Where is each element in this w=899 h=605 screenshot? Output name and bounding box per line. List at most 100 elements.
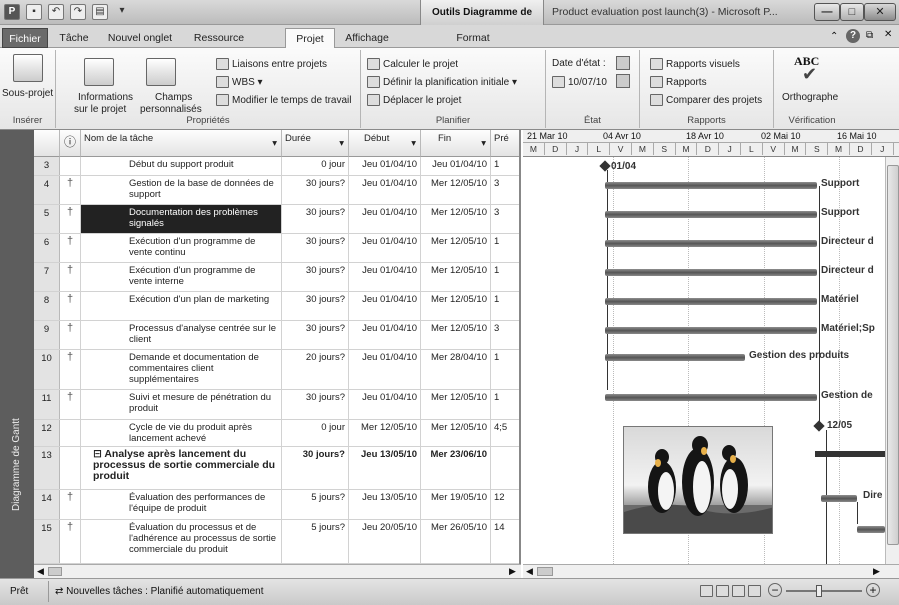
end-date-cell[interactable]: Mer 12/05/10 [421,390,491,419]
new-task-icon[interactable]: ▤ [92,4,108,20]
end-date-cell[interactable]: Mer 12/05/10 [421,205,491,233]
task-name-cell[interactable]: Demande et documentation de commentaires… [81,350,282,389]
duration-cell[interactable]: 0 jour [282,420,349,446]
save-icon[interactable]: ▪ [26,4,42,20]
task-name-cell[interactable]: Gestion de la base de données de support [81,176,282,204]
task-name-cell[interactable]: Processus d'analyse centrée sur le clien… [81,321,282,349]
task-name-cell[interactable]: Début du support produit [81,157,282,175]
end-date-cell[interactable]: Mer 23/06/10 [421,447,491,489]
duration-cell[interactable]: 30 jours? [282,205,349,233]
column-header-info[interactable]: ⓘ [60,130,81,157]
project-app-icon[interactable]: P [4,4,20,20]
row-id-cell[interactable]: 13 [34,447,60,489]
duration-cell[interactable]: 30 jours? [282,292,349,320]
predecessors-cell[interactable]: 14 [491,520,519,563]
select-all-corner[interactable] [34,130,60,157]
table-row[interactable]: 8 † Exécution d'un plan de marketing 30 jou… [34,292,519,321]
reports-button[interactable]: Rapports [650,76,707,88]
duration-cell[interactable]: 30 jours? [282,234,349,262]
zoom-slider-thumb[interactable] [816,585,822,597]
restore-window-icon[interactable]: ⧉ [866,30,873,41]
table-row[interactable]: 12 Cycle de vie du produit après lancemen… [34,420,519,447]
task-bar[interactable] [605,327,817,334]
filter-dropdown-icon[interactable]: ▾ [272,138,277,149]
end-date-cell[interactable]: Mer 12/05/10 [421,292,491,320]
scroll-thumb[interactable] [48,567,62,576]
table-row[interactable]: 5 † Documentation des problèmes signalés 30… [34,205,519,234]
compare-projects-button[interactable]: Comparer des projets [650,94,762,106]
task-bar[interactable] [605,240,817,247]
task-bar[interactable] [605,269,817,276]
info-indicator-icon[interactable]: † [60,321,81,349]
table-row[interactable]: 11 † Suivi et mesure de pénétration du pro… [34,390,519,420]
predecessors-cell[interactable] [491,447,519,489]
tab-fichier[interactable]: Fichier [2,28,48,48]
scroll-right-arrow-icon[interactable]: ▶ [509,566,516,577]
table-row[interactable]: 3 Début du support produit 0 jour Jeu 01/04… [34,157,519,176]
task-name-cell[interactable]: Exécution d'un plan de marketing [81,292,282,320]
row-id-cell[interactable]: 6 [34,234,60,262]
end-date-cell[interactable]: Mer 12/05/10 [421,420,491,446]
table-row[interactable]: 10 † Demande et documentation de commentai… [34,350,519,390]
end-date-cell[interactable]: Mer 28/04/10 [421,350,491,389]
start-date-cell[interactable]: Jeu 01/04/10 [349,292,421,320]
change-working-time-button[interactable]: Modifier le temps de travail [216,94,352,106]
task-usage-view-icon[interactable] [716,585,729,597]
row-id-cell[interactable]: 10 [34,350,60,389]
duration-cell[interactable]: 30 jours? [282,447,349,489]
task-name-cell[interactable]: Évaluation du processus et de l'adhérenc… [81,520,282,563]
zoom-in-icon[interactable]: + [866,583,880,597]
scroll-left-arrow-icon[interactable]: ◀ [526,566,533,577]
new-tasks-mode-button[interactable]: ⇄ Nouvelles tâches : Planifié automatiqu… [48,581,270,602]
predecessors-cell[interactable]: 1 [491,263,519,291]
project-info-button-line1[interactable]: Informations [78,92,133,103]
scroll-left-arrow-icon[interactable]: ◀ [37,566,44,577]
task-name-cell[interactable]: Cycle de vie du produit après lancement … [81,420,282,446]
maximize-button[interactable]: □ [840,3,864,21]
info-indicator-icon[interactable] [60,420,81,446]
filter-dropdown-icon[interactable]: ▾ [481,138,486,149]
team-planner-view-icon[interactable] [732,585,745,597]
penguins-image[interactable] [623,426,773,534]
row-id-cell[interactable]: 8 [34,292,60,320]
undo-icon[interactable]: ↶ [48,4,64,20]
scroll-right-arrow-icon[interactable]: ▶ [873,566,880,577]
task-bar[interactable] [605,298,817,305]
gantt-view-icon[interactable] [700,585,713,597]
task-name-cell[interactable]: ⊟ Analyse après lancement du processus d… [81,447,282,489]
milestone-diamond-icon[interactable] [599,160,611,172]
row-id-cell[interactable]: 3 [34,157,60,175]
end-date-cell[interactable]: Mer 12/05/10 [421,321,491,349]
start-date-cell[interactable]: Jeu 13/05/10 [349,490,421,519]
row-id-cell[interactable]: 12 [34,420,60,446]
column-header-predecessors[interactable]: Pré [491,130,519,157]
info-indicator-icon[interactable] [60,157,81,175]
info-indicator-icon[interactable]: † [60,350,81,389]
tab-projet[interactable]: Projet [285,28,335,49]
minimize-ribbon-icon[interactable]: ⌃ [830,31,838,42]
row-id-cell[interactable]: 7 [34,263,60,291]
info-indicator-icon[interactable]: † [60,263,81,291]
row-id-cell[interactable]: 9 [34,321,60,349]
scroll-thumb[interactable] [887,165,899,545]
milestone-diamond-icon[interactable] [813,420,825,432]
duration-cell[interactable]: 5 jours? [282,490,349,519]
info-indicator-icon[interactable]: † [60,520,81,563]
visual-reports-button[interactable]: Rapports visuels [650,58,740,70]
duration-cell[interactable]: 0 jour [282,157,349,175]
column-header-end[interactable]: Fin ▾ [421,130,491,157]
duration-cell[interactable]: 5 jours? [282,520,349,563]
resource-sheet-view-icon[interactable] [748,585,761,597]
task-name-cell[interactable]: Suivi et mesure de pénétration du produi… [81,390,282,419]
chart-horizontal-scrollbar[interactable]: ◀ ▶ [523,564,899,578]
start-date-cell[interactable]: Jeu 01/04/10 [349,263,421,291]
project-info-button-line2[interactable]: sur le projet [74,104,126,115]
vertical-scrollbar[interactable] [885,157,899,564]
redo-icon[interactable]: ↷ [70,4,86,20]
task-bar[interactable] [605,182,817,189]
task-bar[interactable] [605,394,817,401]
duration-cell[interactable]: 30 jours? [282,176,349,204]
end-date-cell[interactable]: Mer 19/05/10 [421,490,491,519]
spelling-button[interactable]: Orthographe [782,92,838,103]
move-project-button[interactable]: Déplacer le projet [367,94,461,106]
